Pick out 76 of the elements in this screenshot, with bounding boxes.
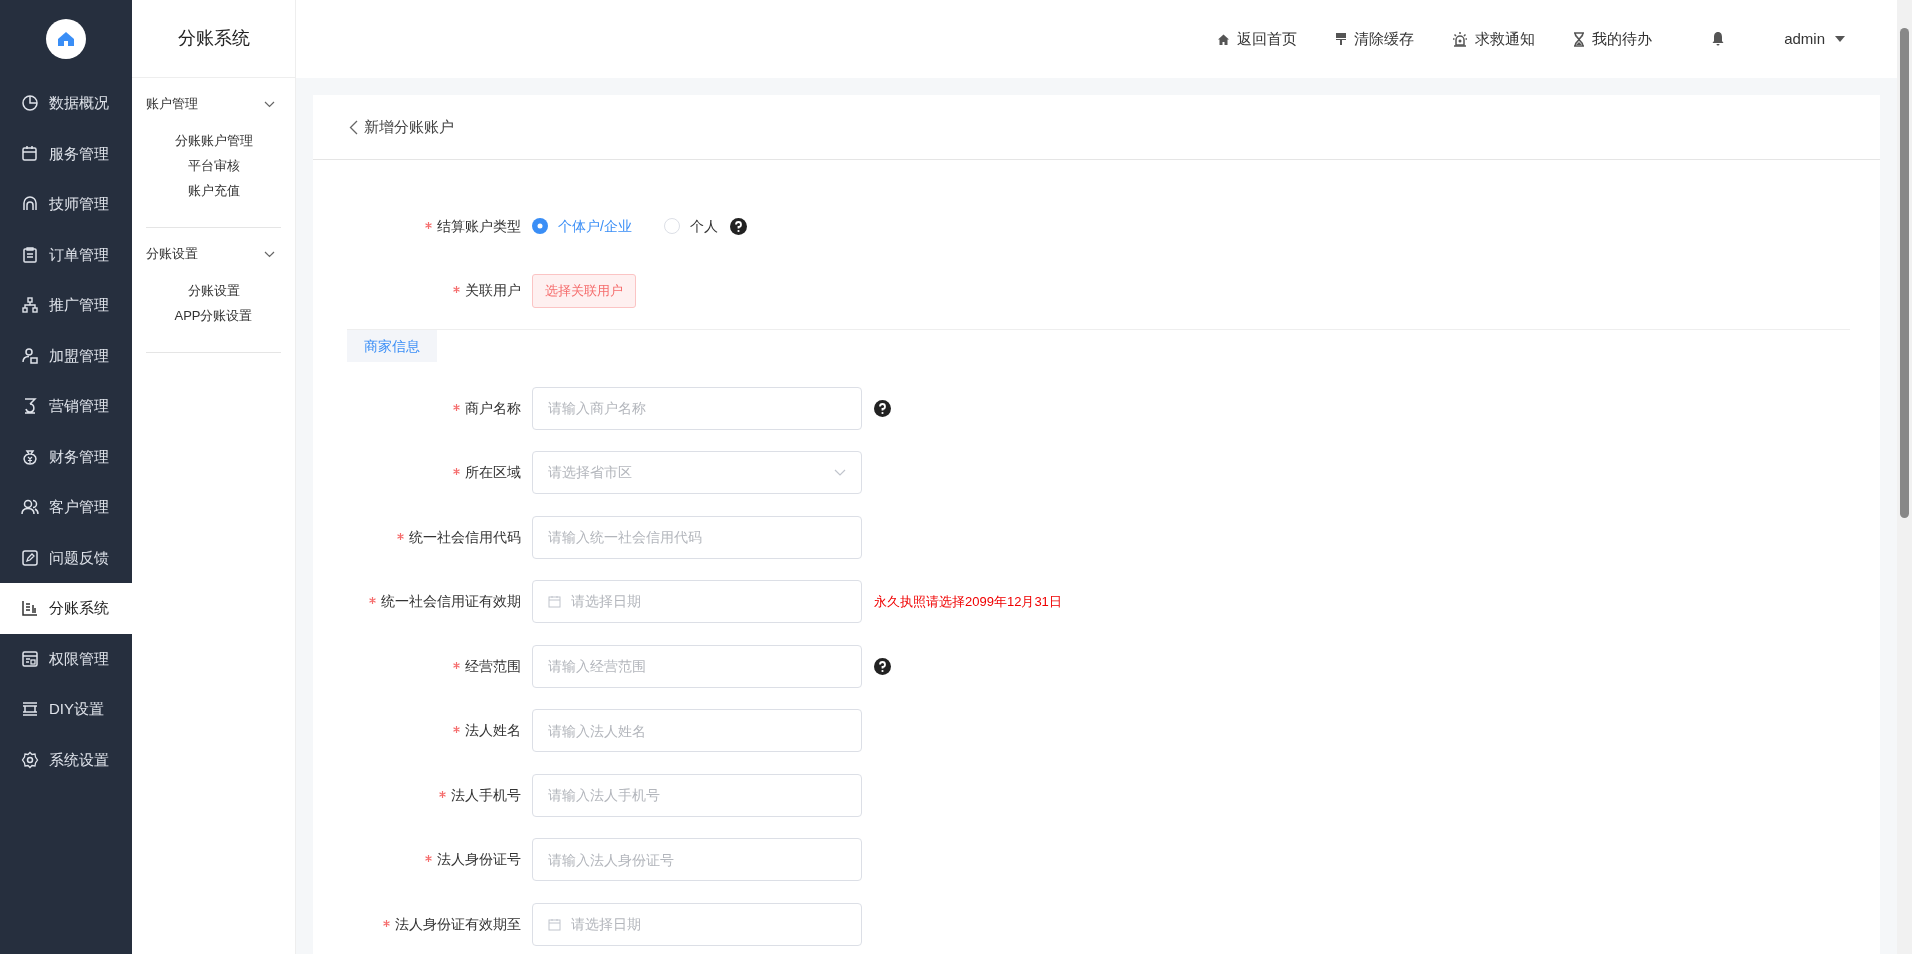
radio-checked-icon	[532, 218, 548, 235]
submenu-group-header[interactable]: 分账设置	[146, 238, 281, 270]
sidebar-item[interactable]: 权限管理	[0, 633, 132, 684]
sidebar-item[interactable]: 加盟管理	[0, 330, 132, 381]
home-logo-icon	[46, 19, 86, 59]
settings-icon	[21, 750, 39, 769]
sidebar-item[interactable]: 数据概况	[0, 78, 132, 129]
field-label: 关联用户	[347, 280, 532, 302]
input-field[interactable]: 请输入法人身份证号	[532, 838, 862, 882]
input-field[interactable]: 请输入法人姓名	[532, 709, 862, 753]
field-label: 经营范围	[347, 655, 532, 677]
sidebar-item[interactable]: 营销管理	[0, 381, 132, 432]
users-icon	[21, 498, 39, 517]
pie-chart-icon	[21, 94, 39, 113]
chevron-icon	[264, 250, 275, 258]
field-label: 商户名称	[347, 397, 532, 419]
field-label: 法人姓名	[347, 720, 532, 742]
sidebar-item[interactable]: 系统设置	[0, 734, 132, 785]
submenu-item[interactable]: 账户充值	[187, 178, 240, 203]
clipboard-icon	[21, 245, 39, 264]
sidebar-item[interactable]: DIY设置	[0, 684, 132, 735]
submenu-title: 分账系统	[177, 27, 250, 50]
page-title: 新增分账账户	[364, 116, 454, 137]
top-link[interactable]: 返回首页	[1217, 27, 1298, 51]
user-menu[interactable]: admin	[1784, 27, 1845, 51]
bar-chart-icon	[21, 599, 39, 618]
input-field[interactable]: 请输入法人手机号	[532, 773, 862, 817]
submenu-item[interactable]: 分账账户管理	[174, 128, 253, 153]
calendar-icon	[21, 144, 39, 163]
input-field[interactable]: 请输入统一社会信用代码	[532, 515, 862, 559]
help-icon[interactable]	[874, 399, 891, 417]
chevron-icon	[264, 100, 275, 108]
hourglass-icon	[1573, 31, 1586, 47]
top-link[interactable]: 我的待办	[1573, 27, 1653, 51]
submenu-group-header[interactable]: 账户管理	[146, 88, 281, 120]
submenu-item[interactable]: 分账设置	[187, 278, 240, 303]
sidebar-item[interactable]: 技师管理	[0, 179, 132, 230]
field-label: 法人身份证号	[347, 849, 532, 871]
top-link[interactable]: 求救通知	[1452, 27, 1536, 51]
form-icon	[21, 649, 39, 668]
calendar-icon	[548, 595, 561, 609]
hint-text: 永久执照请选择2099年12月31日	[874, 593, 1062, 611]
submenu-item[interactable]: 平台审核	[187, 153, 240, 178]
sidebar-item[interactable]: 分账系统	[0, 583, 132, 634]
field-label: 统一社会信用证有效期	[347, 591, 532, 613]
top-link[interactable]: 清除缓存	[1335, 27, 1415, 51]
field-label: 统一社会信用代码	[347, 526, 532, 548]
sidebar-item[interactable]: 推广管理	[0, 280, 132, 331]
caret-icon	[1835, 36, 1845, 42]
radio-option[interactable]: 个人	[663, 215, 718, 237]
submenu-item[interactable]: APP分账设置	[174, 303, 253, 328]
field-label: 法人身份证有效期至	[347, 913, 532, 935]
home-icon	[1217, 32, 1231, 46]
sidebar-item[interactable]: 服务管理	[0, 128, 132, 179]
hierarchy-icon	[21, 296, 39, 315]
chevron-down-icon	[834, 469, 846, 477]
field-label: 所在区域	[347, 462, 532, 484]
alarm-light-icon	[1452, 31, 1469, 47]
sidebar-item[interactable]: 订单管理	[0, 229, 132, 280]
calendar-icon	[548, 917, 561, 931]
edit-icon	[21, 548, 39, 567]
field-label: 结算账户类型	[347, 215, 532, 237]
scrollbar[interactable]	[1897, 0, 1912, 954]
user-card-icon	[21, 346, 39, 365]
input-field[interactable]: 请输入商户名称	[532, 386, 862, 430]
sidebar-item[interactable]: 问题反馈	[0, 532, 132, 583]
layout-icon	[21, 700, 39, 719]
radio-unchecked-icon	[663, 218, 680, 235]
help-icon[interactable]	[874, 657, 891, 675]
field-label: 法人手机号	[347, 784, 532, 806]
sidebar-item[interactable]: 客户管理	[0, 482, 132, 533]
help-icon[interactable]	[729, 217, 747, 235]
money-bag-icon	[21, 447, 39, 466]
input-field[interactable]: 请输入经营范围	[532, 644, 862, 688]
sidebar-item[interactable]: 财务管理	[0, 431, 132, 482]
brush-icon	[1335, 32, 1348, 46]
